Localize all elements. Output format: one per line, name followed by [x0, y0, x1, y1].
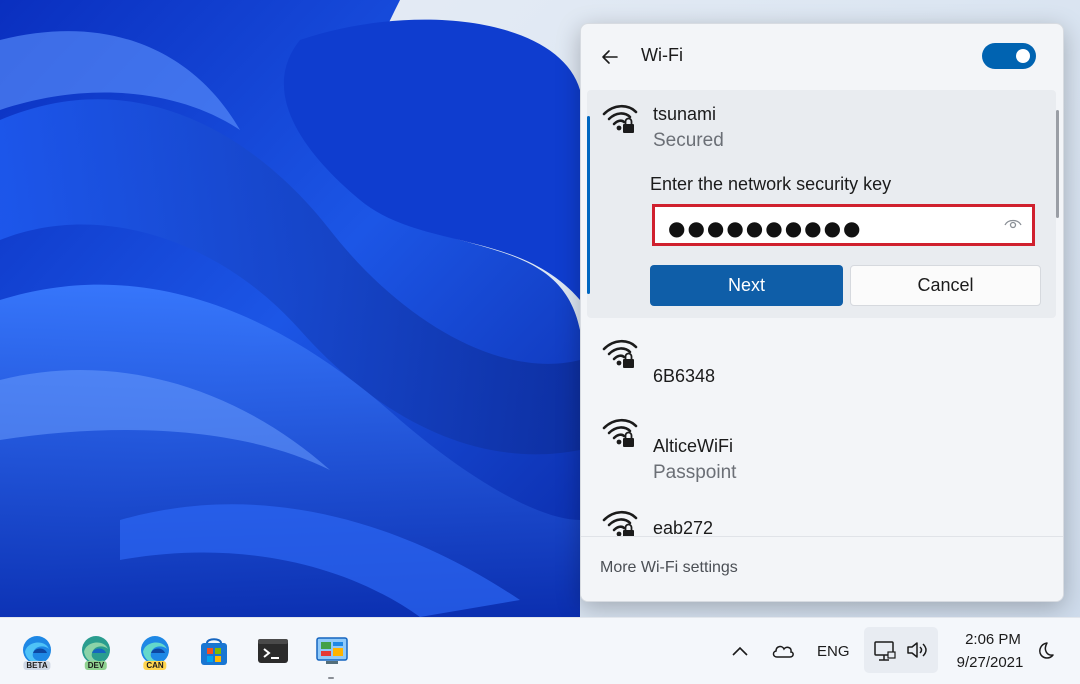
taskbar-app-terminal[interactable]: [255, 633, 291, 669]
taskbar-app-edge-dev[interactable]: DEV: [78, 633, 114, 670]
flyout-header: Wi-Fi: [581, 24, 1063, 88]
running-indicator: [328, 677, 334, 679]
back-button[interactable]: [595, 42, 625, 72]
network-item-alticewifi[interactable]: AlticeWiFi Passpoint: [587, 406, 1056, 483]
next-button[interactable]: Next: [650, 265, 843, 306]
network-name: tsunami: [653, 104, 717, 124]
wifi-secured-icon: [602, 104, 638, 133]
list-scrollbar[interactable]: [1056, 110, 1059, 218]
toggle-knob: [1016, 49, 1030, 63]
app-badge: BETA: [23, 661, 51, 670]
taskbar-app-microsoft-store[interactable]: [196, 633, 232, 669]
network-item-tsunami[interactable]: tsunami Secured Enter the network securi…: [587, 90, 1056, 318]
app-badge: CAN: [143, 661, 167, 670]
arrow-left-icon: [602, 50, 618, 64]
flyout-title: Wi-Fi: [641, 45, 683, 65]
chevron-up-icon[interactable]: [730, 643, 750, 659]
flyout-footer: More Wi-Fi settings: [581, 536, 1063, 601]
network-item-6b6348[interactable]: 6B6348: [587, 330, 1056, 390]
wifi-flyout: Wi-Fi tsunami Secured Enter the network …: [580, 23, 1064, 602]
more-wifi-settings-link[interactable]: More Wi-Fi settings: [600, 559, 738, 577]
cancel-button[interactable]: Cancel: [850, 265, 1041, 306]
selection-indicator: [587, 116, 590, 294]
network-status: Passpoint: [653, 462, 737, 483]
wifi-secured-icon: [602, 418, 638, 447]
app-badge: DEV: [84, 661, 108, 670]
network-volume-button[interactable]: [864, 627, 938, 673]
network-name: AlticeWiFi: [653, 436, 733, 456]
onedrive-cloud-icon[interactable]: [771, 642, 795, 660]
reveal-password-icon[interactable]: [1004, 217, 1022, 231]
network-name: 6B6348: [653, 366, 716, 386]
store-icon: [201, 638, 227, 665]
taskbar: BETA DEV CAN ENG 2:06 PM 9/27/2021: [0, 617, 1080, 684]
password-value: ●●●●●●●●●●: [668, 216, 863, 240]
control-panel-icon: [316, 637, 348, 664]
security-key-label: Enter the network security key: [650, 174, 892, 194]
clock-time[interactable]: 2:06 PM: [960, 631, 1026, 648]
focus-assist-moon-icon[interactable]: [1033, 640, 1055, 662]
taskbar-app-control-panel[interactable]: [314, 633, 350, 669]
wifi-secured-icon: [602, 339, 638, 368]
terminal-icon: [258, 639, 288, 663]
clock-date[interactable]: 9/27/2021: [950, 654, 1030, 671]
network-icon: [874, 641, 896, 661]
network-status: Secured: [653, 130, 724, 151]
wifi-toggle[interactable]: [982, 43, 1036, 69]
language-indicator[interactable]: ENG: [817, 643, 850, 660]
network-list: tsunami Secured Enter the network securi…: [581, 90, 1063, 539]
security-key-input[interactable]: ●●●●●●●●●●: [652, 204, 1035, 246]
taskbar-app-edge-beta[interactable]: BETA: [19, 633, 55, 670]
taskbar-app-edge-canary[interactable]: CAN: [137, 633, 173, 670]
volume-icon: [907, 642, 927, 658]
